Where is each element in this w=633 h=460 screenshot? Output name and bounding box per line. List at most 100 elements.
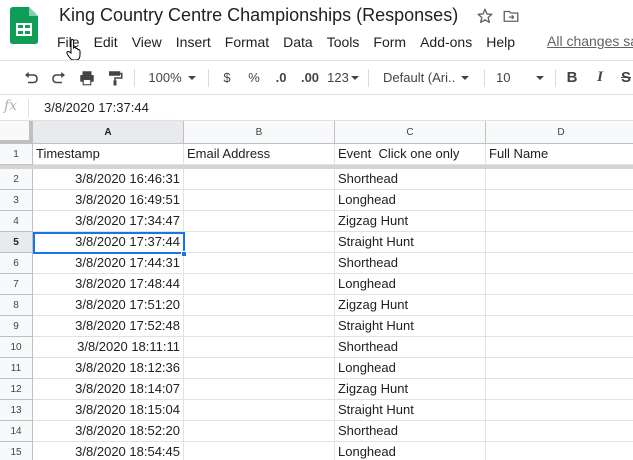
menu-tools[interactable]: Tools [320, 32, 367, 52]
menu-form[interactable]: Form [366, 32, 413, 52]
cell-full-name[interactable] [486, 442, 633, 460]
menu-view[interactable]: View [125, 32, 169, 52]
star-icon[interactable] [476, 7, 494, 25]
cell-timestamp[interactable]: 3/8/2020 18:12:36 [33, 358, 184, 379]
row-header-15[interactable]: 15 [0, 442, 33, 460]
cell-timestamp[interactable]: 3/8/2020 18:54:45 [33, 442, 184, 460]
cell-timestamp[interactable]: 3/8/2020 16:49:51 [33, 190, 184, 211]
cell-event[interactable]: Shorthead [335, 253, 486, 274]
row-header-11[interactable]: 11 [0, 358, 33, 379]
italic-button[interactable]: I [590, 61, 610, 94]
header-cell-timestamp[interactable]: Timestamp [33, 144, 184, 165]
cell-timestamp[interactable]: 3/8/2020 17:37:44 [33, 232, 184, 253]
cell-event[interactable]: Shorthead [335, 337, 486, 358]
row-header-9[interactable]: 9 [0, 316, 33, 337]
select-all-corner[interactable] [0, 121, 33, 144]
cell-full-name[interactable] [486, 190, 633, 211]
menu-data[interactable]: Data [276, 32, 320, 52]
cell-event[interactable]: Longhead [335, 274, 486, 295]
row-header-14[interactable]: 14 [0, 421, 33, 442]
cell-timestamp[interactable]: 3/8/2020 17:48:44 [33, 274, 184, 295]
undo-button[interactable] [18, 61, 44, 94]
move-to-folder-icon[interactable] [502, 7, 520, 25]
cell-full-name[interactable] [486, 379, 633, 400]
cell-email[interactable] [184, 232, 335, 253]
cell-event[interactable]: Straight Hunt [335, 232, 486, 253]
cell-full-name[interactable] [486, 295, 633, 316]
cell-timestamp[interactable]: 3/8/2020 18:14:07 [33, 379, 184, 400]
increase-decimal-button[interactable]: .00 [297, 61, 323, 94]
bold-button[interactable]: B [562, 61, 582, 94]
more-formats-select[interactable]: 123 [326, 61, 360, 94]
menu-format[interactable]: Format [218, 32, 276, 52]
cell-timestamp[interactable]: 3/8/2020 18:52:20 [33, 421, 184, 442]
cell-event[interactable]: Longhead [335, 190, 486, 211]
cell-full-name[interactable] [486, 421, 633, 442]
row-header-7[interactable]: 7 [0, 274, 33, 295]
column-header-b[interactable]: B [184, 121, 335, 144]
cell-timestamp[interactable]: 3/8/2020 17:34:47 [33, 211, 184, 232]
row-header-5[interactable]: 5 [0, 232, 33, 253]
cell-email[interactable] [184, 274, 335, 295]
fill-handle[interactable] [181, 251, 187, 257]
formula-input[interactable]: 3/8/2020 17:37:44 [44, 100, 149, 115]
cell-email[interactable] [184, 358, 335, 379]
menu-insert[interactable]: Insert [169, 32, 218, 52]
zoom-select[interactable]: 100% [143, 61, 201, 94]
cell-full-name[interactable] [486, 337, 633, 358]
cell-timestamp[interactable]: 3/8/2020 18:11:11 [33, 337, 184, 358]
cell-email[interactable] [184, 295, 335, 316]
cell-email[interactable] [184, 442, 335, 460]
strikethrough-button[interactable]: S [616, 61, 633, 94]
menu-edit[interactable]: Edit [87, 32, 125, 52]
cell-email[interactable] [184, 400, 335, 421]
row-header-6[interactable]: 6 [0, 253, 33, 274]
header-cell-email[interactable]: Email Address [184, 144, 335, 165]
cell-email[interactable] [184, 337, 335, 358]
cell-event[interactable]: Straight Hunt [335, 400, 486, 421]
row-header-4[interactable]: 4 [0, 211, 33, 232]
save-status-link[interactable]: All changes saved in Drive [547, 33, 633, 49]
currency-format-button[interactable]: $ [218, 61, 236, 94]
cell-full-name[interactable] [486, 169, 633, 190]
cell-event[interactable]: Shorthead [335, 421, 486, 442]
print-button[interactable] [74, 61, 100, 94]
cell-full-name[interactable] [486, 274, 633, 295]
cell-event[interactable]: Shorthead [335, 169, 486, 190]
font-family-select[interactable]: Default (Ari... [378, 61, 478, 94]
column-header-c[interactable]: C [335, 121, 486, 144]
cell-full-name[interactable] [486, 253, 633, 274]
cell-email[interactable] [184, 421, 335, 442]
sheets-logo-icon[interactable] [10, 7, 38, 44]
cell-email[interactable] [184, 379, 335, 400]
cell-full-name[interactable] [486, 232, 633, 253]
paint-format-button[interactable] [102, 61, 128, 94]
document-title[interactable]: King Country Centre Championships (Respo… [59, 5, 458, 26]
cell-timestamp[interactable]: 3/8/2020 17:52:48 [33, 316, 184, 337]
cell-email[interactable] [184, 253, 335, 274]
column-header-d[interactable]: D [486, 121, 633, 144]
cell-timestamp[interactable]: 3/8/2020 17:51:20 [33, 295, 184, 316]
cell-email[interactable] [184, 316, 335, 337]
row-header-13[interactable]: 13 [0, 400, 33, 421]
row-header-10[interactable]: 10 [0, 337, 33, 358]
cell-full-name[interactable] [486, 400, 633, 421]
cell-full-name[interactable] [486, 316, 633, 337]
header-cell-event[interactable]: Event Click one only [335, 144, 486, 165]
menu-help[interactable]: Help [479, 32, 522, 52]
row-header-8[interactable]: 8 [0, 295, 33, 316]
header-cell-full-name[interactable]: Full Name [486, 144, 633, 165]
column-header-a[interactable]: A [33, 121, 184, 144]
cell-event[interactable]: Zigzag Hunt [335, 379, 486, 400]
percent-format-button[interactable]: % [245, 61, 263, 94]
font-size-select[interactable]: 10 [490, 61, 550, 94]
cell-timestamp[interactable]: 3/8/2020 17:44:31 [33, 253, 184, 274]
decrease-decimal-button[interactable]: .0 [270, 61, 292, 94]
cell-email[interactable] [184, 211, 335, 232]
row-header-2[interactable]: 2 [0, 169, 33, 190]
cell-timestamp[interactable]: 3/8/2020 18:15:04 [33, 400, 184, 421]
cell-email[interactable] [184, 190, 335, 211]
menu-add-ons[interactable]: Add-ons [413, 32, 479, 52]
cell-full-name[interactable] [486, 358, 633, 379]
cell-event[interactable]: Longhead [335, 442, 486, 460]
